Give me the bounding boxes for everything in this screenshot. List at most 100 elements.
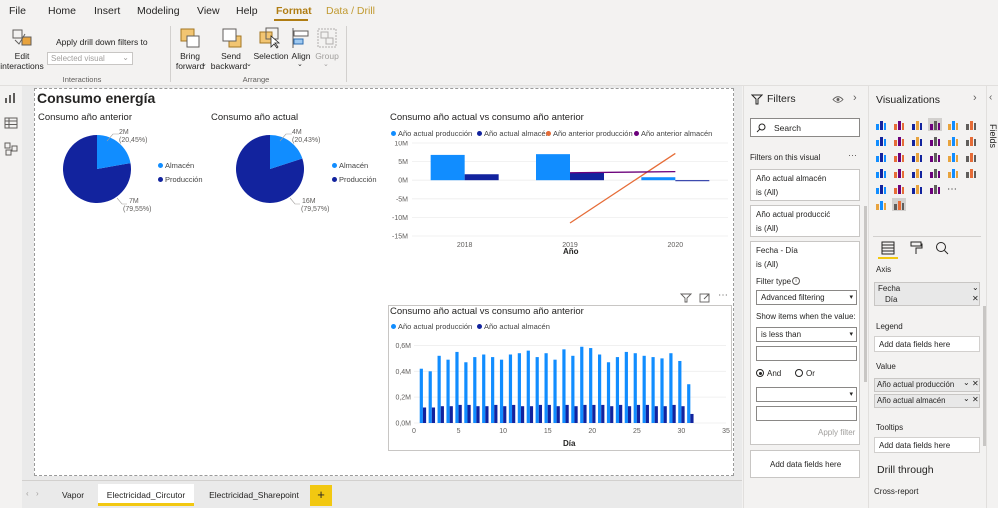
condition-select[interactable]: is less than ▾ (756, 327, 857, 342)
visual-type-icon[interactable] (948, 169, 958, 178)
legend-drop-zone[interactable]: Add data fields here (874, 336, 980, 352)
filter-card-fecha-dia[interactable]: Fecha - Día is (All) Filter type i Advan… (750, 241, 860, 445)
visual-type-icon[interactable] (930, 153, 940, 162)
tab-scroll-left-icon[interactable]: ‹ (26, 489, 29, 498)
tab-electricidad-sharepoint[interactable]: Electricidad_Sharepoint (201, 484, 307, 506)
filters-scrollbar[interactable] (864, 206, 867, 382)
filters-search-input[interactable]: Search (750, 118, 860, 137)
visual-type-icon[interactable] (912, 121, 922, 130)
daily-bar-produccion[interactable] (482, 354, 486, 423)
close-icon[interactable]: ✕ (972, 379, 979, 388)
condition-value-input[interactable] (756, 346, 857, 361)
daily-bar-produccion[interactable] (464, 362, 468, 423)
daily-bar-almacen[interactable] (672, 404, 676, 423)
daily-bar-produccion[interactable] (455, 351, 459, 423)
menu-modeling[interactable]: Modeling (137, 5, 180, 17)
daily-bar-almacen[interactable] (494, 404, 498, 423)
visual-type-icon[interactable] (876, 137, 886, 146)
daily-bar-almacen[interactable] (503, 406, 507, 423)
combo-chart[interactable]: 10M5M0M-5M-10M-15M2018 2019 2020 (390, 141, 735, 261)
visual-type-icon[interactable] (930, 137, 940, 146)
bring-forward-button[interactable] (177, 26, 203, 50)
menu-help[interactable]: Help (236, 5, 258, 17)
daily-bar-almacen[interactable] (458, 404, 462, 423)
align-button[interactable] (289, 26, 313, 50)
daily-bar-almacen[interactable] (512, 404, 516, 423)
visual-type-icon[interactable] (966, 121, 976, 130)
combo-bar[interactable] (536, 154, 570, 181)
combo-bar[interactable] (675, 180, 710, 182)
visual-type-icon[interactable] (948, 121, 958, 130)
menu-home[interactable]: Home (48, 5, 76, 17)
more-options-icon[interactable]: ⋯ (718, 290, 728, 301)
daily-bar-almacen[interactable] (592, 404, 596, 423)
model-view-icon[interactable] (4, 142, 18, 156)
daily-bar-produccion[interactable] (526, 350, 530, 423)
daily-bar-almacen[interactable] (636, 404, 641, 423)
fields-well-icon[interactable] (881, 241, 895, 255)
daily-bar-almacen[interactable] (601, 404, 605, 423)
tooltips-drop-zone[interactable]: Add data fields here (874, 437, 980, 453)
daily-bar-produccion[interactable] (553, 359, 557, 423)
selection-button[interactable] (258, 26, 284, 50)
value-field-almacen[interactable]: Año actual almacén ⌄ ✕ (874, 394, 980, 408)
combo-bar[interactable] (641, 177, 676, 181)
daily-bar-produccion[interactable] (660, 358, 664, 423)
daily-bar-produccion[interactable] (499, 359, 504, 423)
apply-filter-button[interactable]: Apply filter (818, 428, 855, 437)
daily-bar-produccion[interactable] (642, 355, 646, 423)
daily-bar-almacen[interactable] (485, 406, 489, 423)
chevron-right-icon[interactable]: › (973, 92, 977, 104)
chevron-down-icon[interactable]: ⌄ (972, 283, 979, 292)
daily-bar-produccion[interactable] (678, 360, 682, 423)
filters-add-data-fields[interactable]: Add data fields here (750, 450, 860, 478)
daily-bar-produccion[interactable] (615, 357, 620, 423)
filter-card-almacen[interactable]: Año actual almacén is (All) (750, 169, 860, 201)
group-button[interactable] (315, 26, 339, 50)
daily-bar-almacen[interactable] (565, 404, 569, 423)
visual-type-icon[interactable] (894, 169, 904, 178)
daily-bar-almacen[interactable] (520, 406, 525, 423)
visual-type-icon[interactable] (930, 169, 940, 178)
daily-bar-produccion[interactable] (562, 349, 566, 423)
visual-type-icon[interactable] (948, 153, 958, 162)
second-condition-input[interactable] (756, 406, 857, 421)
daily-bar-almacen[interactable] (619, 404, 623, 423)
apply-drill-select[interactable]: Selected visual ⌄ (47, 52, 133, 65)
combo-bar[interactable] (430, 154, 465, 181)
daily-bar-produccion[interactable] (473, 357, 477, 423)
visual-type-icon[interactable] (912, 137, 922, 146)
visual-type-icon[interactable] (966, 153, 976, 162)
report-view-icon[interactable] (4, 92, 18, 104)
daily-bar-produccion[interactable] (535, 357, 539, 423)
and-radio[interactable] (756, 369, 764, 377)
focus-mode-icon[interactable] (699, 293, 711, 303)
chevron-down-icon[interactable]: ⌄ (963, 394, 970, 403)
daily-bar-almacen[interactable] (610, 406, 614, 423)
daily-bar-almacen[interactable] (547, 404, 551, 423)
daily-bar-produccion[interactable] (687, 384, 691, 423)
menu-insert[interactable]: Insert (94, 5, 120, 17)
combo-bar[interactable] (464, 174, 499, 181)
info-icon[interactable]: i (792, 277, 800, 285)
visual-type-icon[interactable] (894, 185, 904, 194)
visual-type-icon[interactable] (912, 153, 922, 162)
visual-type-icon[interactable] (928, 118, 942, 131)
visual-type-gallery[interactable]: ⋯ (873, 117, 985, 237)
daily-bar-produccion[interactable] (491, 357, 495, 423)
visual-type-icon[interactable] (912, 185, 922, 194)
add-page-button[interactable]: + (310, 485, 332, 506)
daily-bar-almacen[interactable] (538, 404, 542, 423)
second-condition-select[interactable]: ▾ (756, 387, 857, 402)
visual-type-icon[interactable] (894, 153, 904, 162)
menu-file[interactable]: File (9, 5, 26, 17)
fields-pane-collapsed[interactable]: ‹ Fields (986, 86, 998, 508)
visual-type-icon[interactable] (930, 185, 940, 194)
daily-bar-almacen[interactable] (422, 407, 427, 423)
daily-bar-almacen[interactable] (663, 406, 667, 423)
menu-data-drill[interactable]: Data / Drill (326, 5, 375, 17)
filter-card-produccion[interactable]: Año actual produccić is (All) (750, 205, 860, 237)
close-icon[interactable]: ✕ (972, 395, 979, 404)
chevron-down-icon[interactable]: ⌄ (963, 378, 970, 387)
combo-line[interactable] (569, 170, 676, 174)
